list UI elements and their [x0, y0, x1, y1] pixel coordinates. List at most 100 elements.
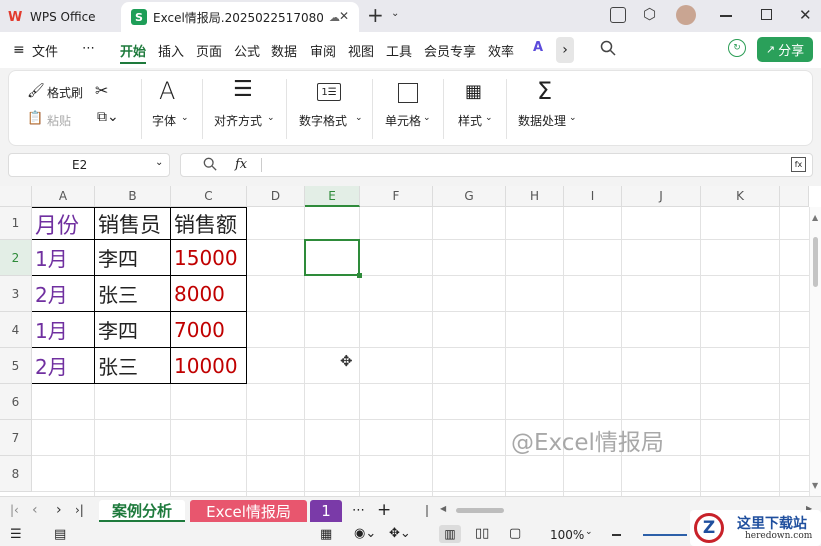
search-icon[interactable]: [599, 39, 617, 57]
cube-icon[interactable]: ⬡: [643, 5, 656, 23]
menu-tools[interactable]: 工具: [386, 41, 412, 60]
scroll-up-icon[interactable]: ▲: [812, 213, 818, 222]
column-header-k[interactable]: K: [701, 186, 780, 207]
column-header-l[interactable]: [780, 186, 809, 207]
cut-icon[interactable]: ✂: [95, 81, 108, 100]
maximize-icon[interactable]: [761, 9, 772, 20]
column-header-e[interactable]: E: [305, 186, 360, 207]
zoom-level[interactable]: 100%: [550, 528, 584, 542]
format-painter-button[interactable]: 格式刷: [47, 84, 83, 101]
cell-b2[interactable]: 李四: [95, 240, 170, 275]
expand-formula-icon[interactable]: fx: [791, 157, 806, 172]
add-sheet-button[interactable]: +: [377, 500, 391, 520]
cell-b3[interactable]: 张三: [95, 276, 170, 311]
document-tab[interactable]: S Excel情报局.20250225170802 ☁ ✕: [121, 2, 359, 32]
menu-file[interactable]: 文件: [32, 41, 58, 60]
last-sheet-icon[interactable]: ›|: [75, 503, 84, 517]
cell-b4[interactable]: 李四: [95, 312, 170, 347]
column-header-h[interactable]: H: [506, 186, 564, 207]
cell-a2[interactable]: 1月: [32, 240, 94, 275]
selected-cell-e2[interactable]: [304, 239, 360, 276]
cell-c3[interactable]: 8000: [171, 276, 246, 311]
data-process-button[interactable]: 数据处理: [518, 112, 566, 129]
ai-icon[interactable]: A: [533, 40, 543, 55]
doc-icon[interactable]: ▤: [54, 527, 66, 542]
fx-icon[interactable]: fx: [235, 157, 247, 172]
fill-handle[interactable]: [357, 273, 362, 278]
page-break-icon[interactable]: ▢: [509, 526, 521, 541]
cell-c1[interactable]: 销售额: [171, 208, 246, 239]
close-window-icon[interactable]: ✕: [799, 6, 812, 24]
restore-window-icon[interactable]: [610, 7, 626, 23]
first-sheet-icon[interactable]: |‹: [10, 503, 19, 517]
row-header-8[interactable]: 8: [0, 456, 32, 492]
row-header-4[interactable]: 4: [0, 312, 32, 348]
row-header-5[interactable]: 5: [0, 348, 32, 384]
paste-button[interactable]: 粘贴: [47, 112, 71, 129]
select-all-corner[interactable]: [0, 186, 32, 207]
column-header-d[interactable]: D: [247, 186, 305, 207]
zoom-slider[interactable]: [643, 534, 687, 536]
cell-c5[interactable]: 10000: [171, 348, 246, 383]
cell-button[interactable]: 单元格: [385, 112, 421, 129]
cell-c2[interactable]: 15000: [171, 240, 246, 275]
next-sheet-icon[interactable]: ›: [56, 502, 62, 518]
cell-b1[interactable]: 销售员: [95, 208, 170, 239]
menu-more[interactable]: ⋯: [82, 41, 95, 56]
copy-icon[interactable]: ⧉⌄: [97, 109, 119, 125]
wps-office-tab[interactable]: W WPS Office: [8, 4, 114, 30]
minimize-icon[interactable]: [720, 15, 732, 17]
chevron-down-icon[interactable]: ⌄: [391, 8, 399, 19]
menu-page[interactable]: 页面: [196, 41, 222, 60]
avatar[interactable]: [676, 5, 696, 25]
vertical-scrollbar[interactable]: ▲ ▼: [809, 207, 821, 496]
scroll-down-icon[interactable]: ▼: [812, 481, 818, 490]
zoom-out-button[interactable]: [612, 534, 621, 536]
page-layout-icon[interactable]: ▯▯: [475, 526, 489, 541]
cell-c4[interactable]: 7000: [171, 312, 246, 347]
menu-home[interactable]: 开始: [120, 41, 146, 60]
menu-view[interactable]: 视图: [348, 41, 374, 60]
new-tab-icon[interactable]: +: [367, 3, 384, 27]
table-view-icon[interactable]: ▦: [320, 527, 332, 542]
sheet-tab[interactable]: 1: [310, 500, 342, 522]
prev-sheet-icon[interactable]: ‹: [32, 502, 38, 518]
row-header-3[interactable]: 3: [0, 276, 32, 312]
column-header-a[interactable]: A: [32, 186, 95, 207]
cell-a3[interactable]: 2月: [32, 276, 94, 311]
close-tab-icon[interactable]: ✕: [339, 9, 349, 23]
move-icon[interactable]: ✥⌄: [389, 526, 411, 541]
style-button[interactable]: 样式: [458, 112, 482, 129]
column-header-i[interactable]: I: [564, 186, 622, 207]
more-sheets-button[interactable]: ⋯: [352, 503, 365, 518]
cell-a1[interactable]: 月份: [32, 208, 94, 239]
menu-efficiency[interactable]: 效率: [488, 41, 514, 60]
row-header-2[interactable]: 2: [0, 240, 32, 276]
chevron-down-icon[interactable]: ⌄: [585, 527, 593, 537]
chevron-down-icon[interactable]: ⌄: [155, 157, 163, 168]
align-button[interactable]: 对齐方式: [214, 112, 262, 129]
share-button[interactable]: ↗ 分享: [757, 37, 813, 62]
column-header-c[interactable]: C: [171, 186, 247, 207]
horizontal-scrollbar-thumb[interactable]: [456, 508, 504, 513]
cloud-sync-icon[interactable]: ↻: [728, 39, 746, 57]
chevron-right-icon[interactable]: ›: [556, 37, 574, 63]
column-header-b[interactable]: B: [95, 186, 171, 207]
scrollbar-thumb[interactable]: [813, 237, 818, 287]
sheet-list-icon[interactable]: ☰: [10, 527, 22, 542]
sheet-tab-active[interactable]: 案例分析: [99, 500, 185, 522]
column-header-g[interactable]: G: [433, 186, 506, 207]
cell-a5[interactable]: 2月: [32, 348, 94, 383]
row-header-1[interactable]: 1: [0, 207, 32, 240]
menu-insert[interactable]: 插入: [158, 41, 184, 60]
cell-b5[interactable]: 张三: [95, 348, 170, 383]
hamburger-icon[interactable]: ≡: [13, 42, 25, 58]
menu-member[interactable]: 会员专享: [424, 41, 476, 60]
font-button[interactable]: 字体: [152, 112, 176, 129]
name-box[interactable]: E2 ⌄: [8, 153, 170, 177]
column-header-f[interactable]: F: [360, 186, 433, 207]
column-header-j[interactable]: J: [622, 186, 701, 207]
scroll-left-icon[interactable]: ◀: [440, 504, 446, 513]
eye-icon[interactable]: ◉⌄: [354, 526, 376, 541]
formula-bar[interactable]: fx fx: [180, 153, 813, 177]
